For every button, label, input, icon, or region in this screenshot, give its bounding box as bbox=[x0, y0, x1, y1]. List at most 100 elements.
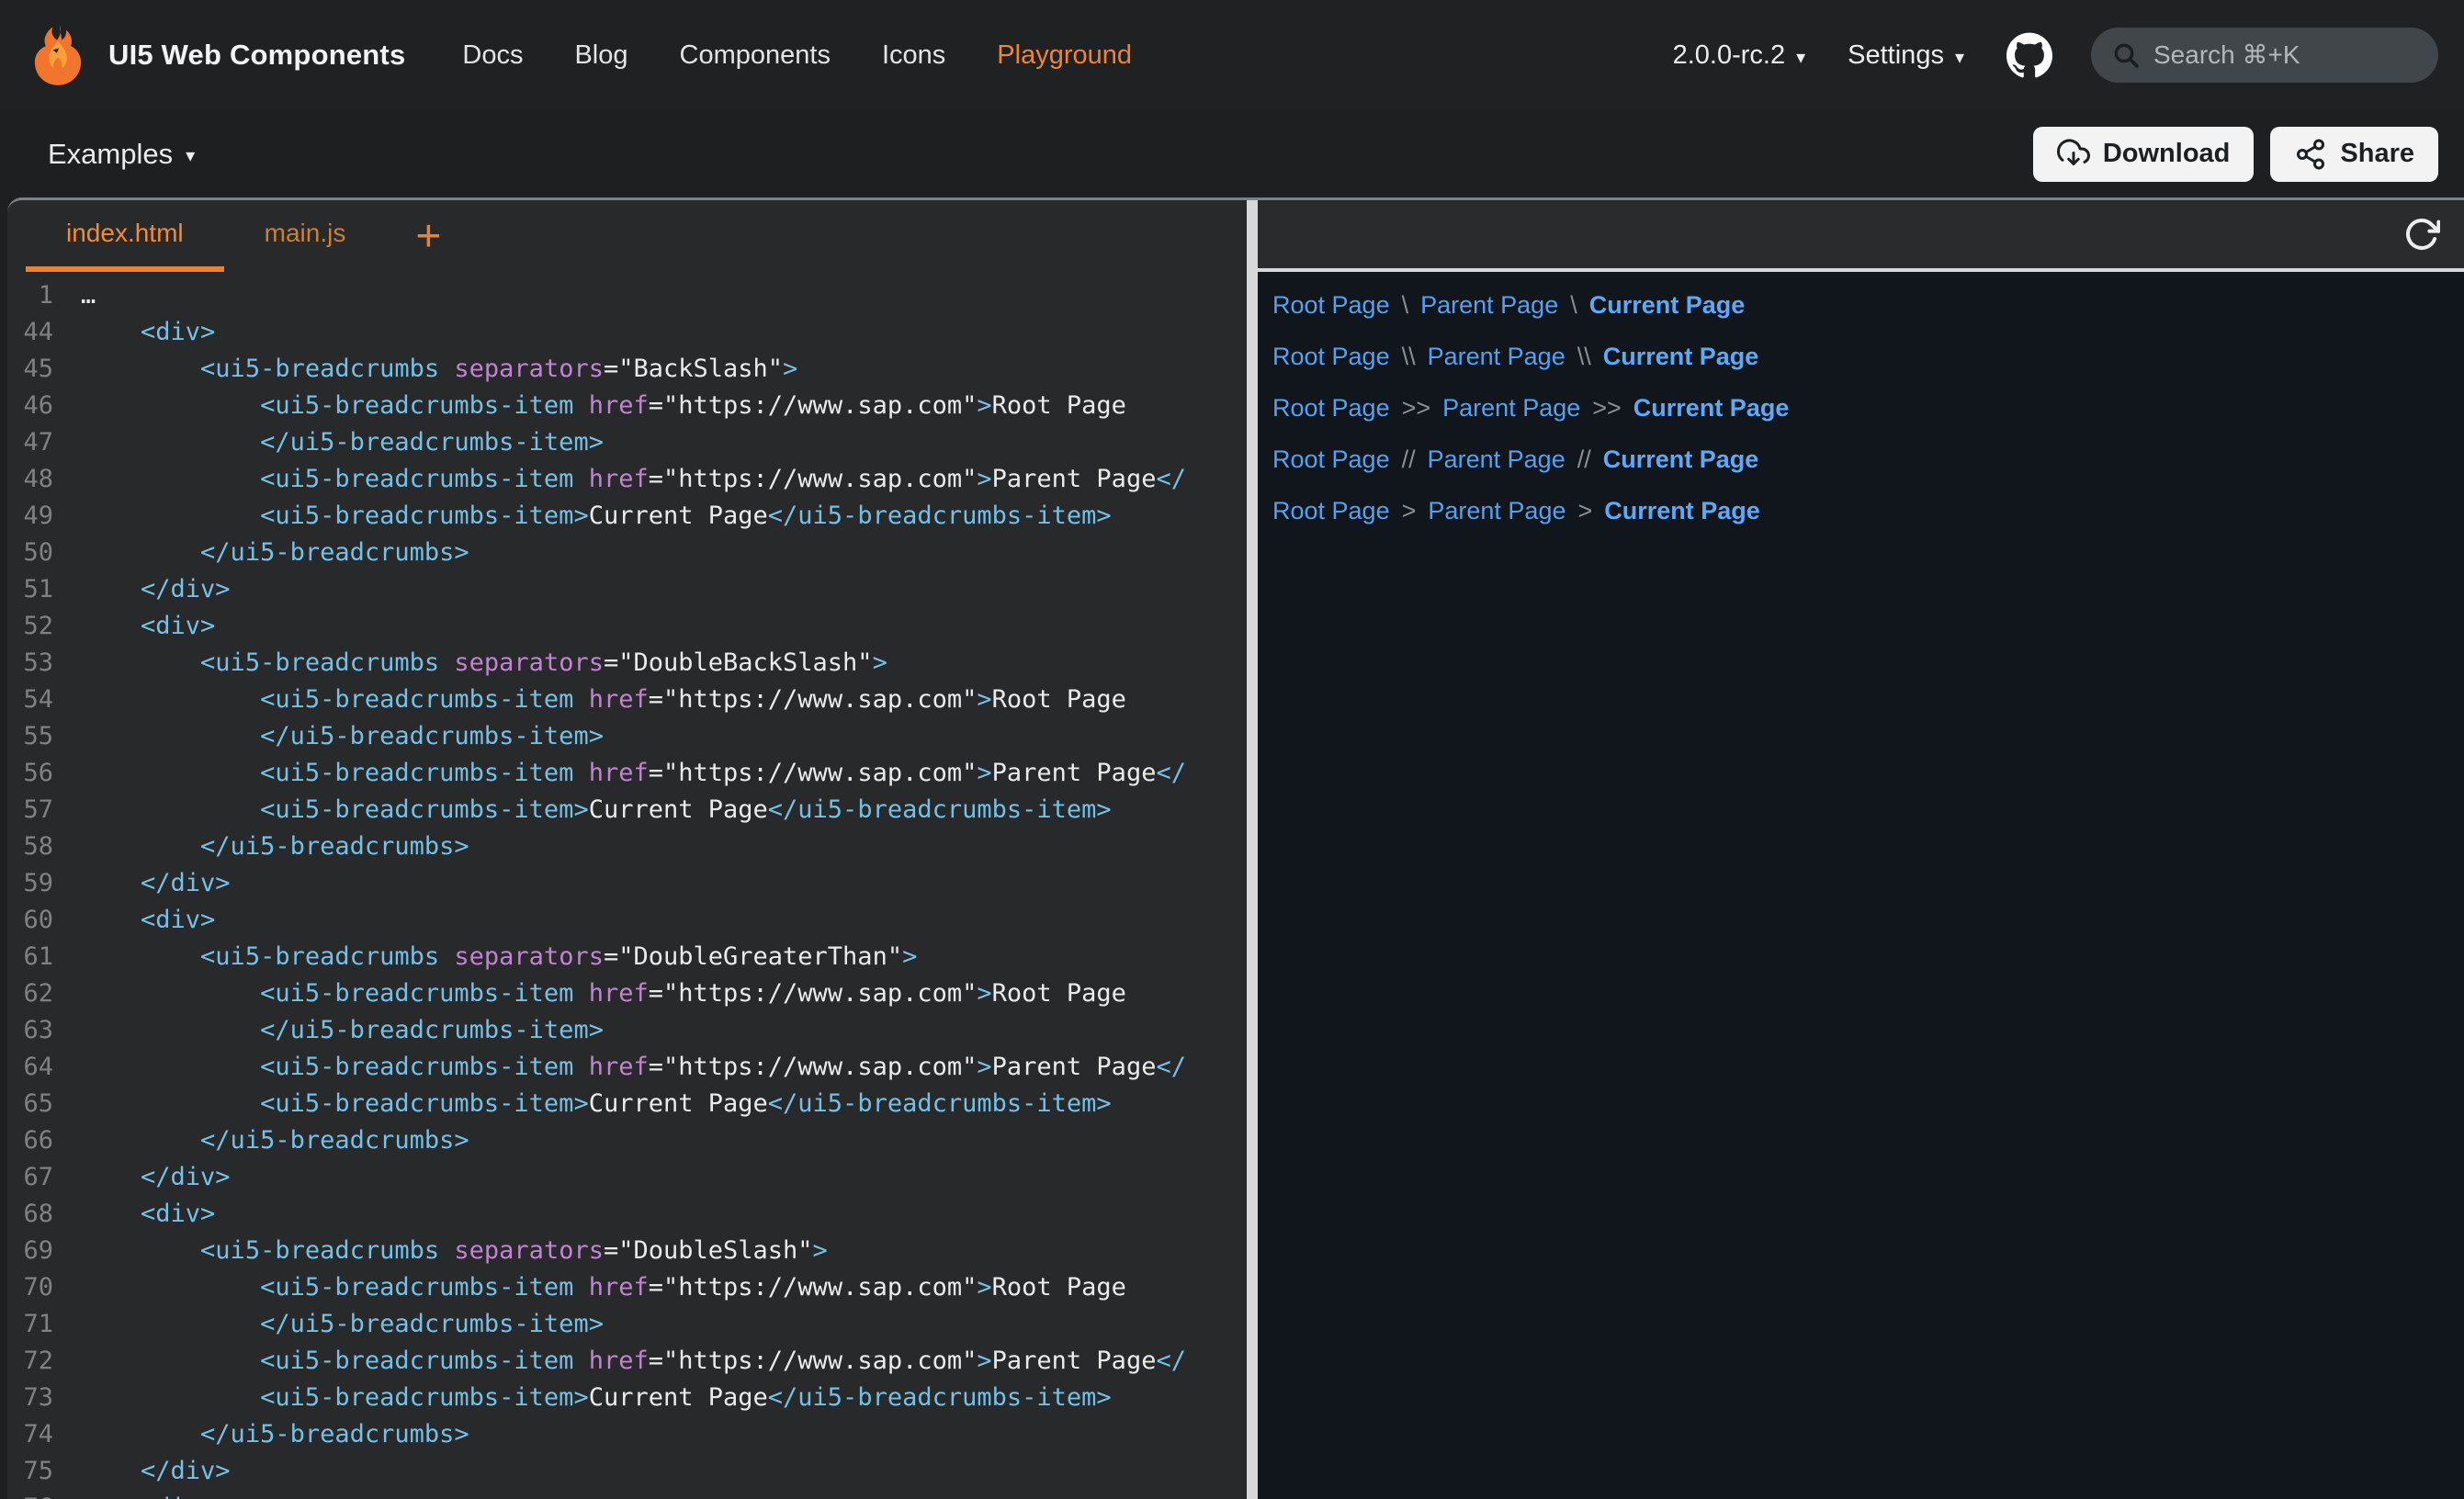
code-token: href bbox=[589, 979, 649, 1008]
brand[interactable]: UI5 Web Components bbox=[26, 17, 405, 93]
playground-container: index.htmlmain.js + 1…44 <div>45 <ui5-br… bbox=[7, 197, 2464, 1499]
code-token bbox=[81, 648, 200, 677]
code-line[interactable]: 65 <ui5-breadcrumbs-item>Current Page</u… bbox=[7, 1086, 1247, 1122]
code-line[interactable]: 63 </ui5-breadcrumbs-item> bbox=[7, 1012, 1247, 1049]
breadcrumb-current: Current Page bbox=[1589, 291, 1746, 320]
nav-components[interactable]: Components bbox=[680, 40, 831, 71]
breadcrumb-link[interactable]: Root Page bbox=[1272, 394, 1390, 423]
breadcrumb-link[interactable]: Root Page bbox=[1272, 343, 1390, 371]
code-line[interactable]: 67 </div> bbox=[7, 1159, 1247, 1196]
github-icon[interactable] bbox=[2006, 32, 2052, 78]
breadcrumb-link[interactable]: Parent Page bbox=[1428, 497, 1565, 525]
breadcrumb-link[interactable]: Root Page bbox=[1272, 445, 1390, 474]
code-area[interactable]: 1…44 <div>45 <ui5-breadcrumbs separators… bbox=[7, 272, 1247, 1499]
code-token bbox=[81, 869, 141, 897]
code-token: > bbox=[977, 759, 991, 787]
line-number: 45 bbox=[7, 351, 81, 388]
code-line[interactable]: 47 </ui5-breadcrumbs-item> bbox=[7, 424, 1247, 461]
breadcrumbs-row: Root Page\\Parent Page\\Current Page bbox=[1272, 331, 2464, 382]
add-tab-button[interactable]: + bbox=[415, 200, 441, 272]
download-button[interactable]: Download bbox=[2033, 127, 2255, 182]
code-line[interactable]: 57 <ui5-breadcrumbs-item>Current Page</u… bbox=[7, 792, 1247, 828]
code-line[interactable]: 49 <ui5-breadcrumbs-item>Current Page</u… bbox=[7, 498, 1247, 535]
search-input[interactable] bbox=[2153, 40, 2418, 70]
code-line[interactable]: 54 <ui5-breadcrumbs-item href="https://w… bbox=[7, 682, 1247, 718]
code-token: separators bbox=[454, 942, 604, 971]
code-token bbox=[81, 1457, 141, 1485]
code-line[interactable]: 53 <ui5-breadcrumbs separators="DoubleBa… bbox=[7, 645, 1247, 682]
code-token: > bbox=[977, 685, 991, 714]
nav-icons[interactable]: Icons bbox=[882, 40, 945, 71]
code-token bbox=[81, 1310, 260, 1338]
breadcrumb-separator: \ bbox=[1570, 291, 1577, 320]
breadcrumb-link[interactable]: Parent Page bbox=[1428, 343, 1565, 371]
examples-dropdown[interactable]: Examples ▾ bbox=[26, 138, 195, 171]
code-token bbox=[81, 759, 260, 787]
breadcrumb-separator: > bbox=[1577, 497, 1592, 525]
code-token: > bbox=[977, 1273, 991, 1302]
code-line[interactable]: 44 <div> bbox=[7, 314, 1247, 351]
preview-pane: Root Page\Parent Page\Current PageRoot P… bbox=[1258, 200, 2464, 1499]
line-number: 68 bbox=[7, 1196, 81, 1233]
code-line[interactable]: 61 <ui5-breadcrumbs separators="DoubleGr… bbox=[7, 939, 1247, 975]
code-line[interactable]: 55 </ui5-breadcrumbs-item> bbox=[7, 718, 1247, 755]
tab-index.html[interactable]: index.html bbox=[26, 200, 224, 272]
code-line[interactable]: 58 </ui5-breadcrumbs> bbox=[7, 828, 1247, 865]
code-line[interactable]: 45 <ui5-breadcrumbs separators="BackSlas… bbox=[7, 351, 1247, 388]
code-line[interactable]: 71 </ui5-breadcrumbs-item> bbox=[7, 1306, 1247, 1343]
settings-dropdown[interactable]: Settings ▾ bbox=[1848, 40, 1964, 71]
code-line[interactable]: 74 </ui5-breadcrumbs> bbox=[7, 1416, 1247, 1453]
code-line[interactable]: 73 <ui5-breadcrumbs-item>Current Page</u… bbox=[7, 1380, 1247, 1416]
code-token bbox=[81, 1053, 260, 1081]
code-line[interactable]: 48 <ui5-breadcrumbs-item href="https://w… bbox=[7, 461, 1247, 498]
code-line[interactable]: 46 <ui5-breadcrumbs-item href="https://w… bbox=[7, 388, 1247, 424]
code-line[interactable]: 52 <div> bbox=[7, 608, 1247, 645]
code-line[interactable]: 70 <ui5-breadcrumbs-item href="https://w… bbox=[7, 1269, 1247, 1306]
code-token bbox=[81, 1089, 260, 1118]
breadcrumb-link[interactable]: Parent Page bbox=[1428, 445, 1565, 474]
code-token: ="https://www.sap.com" bbox=[649, 391, 978, 420]
code-line[interactable]: 56 <ui5-breadcrumbs-item href="https://w… bbox=[7, 755, 1247, 792]
pane-resizer[interactable] bbox=[1247, 200, 1258, 1499]
breadcrumb-link[interactable]: Parent Page bbox=[1442, 394, 1580, 423]
refresh-icon[interactable] bbox=[2403, 216, 2440, 253]
breadcrumb-link[interactable]: Root Page bbox=[1272, 291, 1390, 320]
breadcrumb-link[interactable]: Parent Page bbox=[1420, 291, 1558, 320]
code-token: href bbox=[589, 1053, 649, 1081]
code-line[interactable]: 66 </ui5-breadcrumbs> bbox=[7, 1122, 1247, 1159]
code-line[interactable]: 69 <ui5-breadcrumbs separators="DoubleSl… bbox=[7, 1233, 1247, 1269]
version-dropdown[interactable]: 2.0.0-rc.2 ▾ bbox=[1673, 40, 1806, 71]
code-line[interactable]: 51 </div> bbox=[7, 571, 1247, 608]
code-line[interactable]: 75 </div> bbox=[7, 1453, 1247, 1490]
code-line[interactable]: 68 <div> bbox=[7, 1196, 1247, 1233]
code-line[interactable]: 60 <div> bbox=[7, 902, 1247, 939]
tab-main.js[interactable]: main.js bbox=[224, 200, 387, 272]
code-token bbox=[81, 465, 260, 493]
nav-blog[interactable]: Blog bbox=[574, 40, 627, 71]
logo-icon bbox=[26, 17, 90, 93]
code-line[interactable]: 72 <ui5-breadcrumbs-item href="https://w… bbox=[7, 1343, 1247, 1380]
code-line[interactable]: 62 <ui5-breadcrumbs-item href="https://w… bbox=[7, 975, 1247, 1012]
nav-docs[interactable]: Docs bbox=[462, 40, 523, 71]
line-number: 51 bbox=[7, 571, 81, 608]
code-line[interactable]: 76 <div> bbox=[7, 1490, 1247, 1499]
code-token bbox=[81, 1347, 260, 1375]
nav-playground[interactable]: Playground bbox=[997, 40, 1132, 71]
code-token: Parent Page bbox=[992, 1053, 1157, 1081]
search-box[interactable] bbox=[2091, 28, 2438, 83]
code-token: </ui5-breadcrumbs-item> bbox=[768, 1089, 1112, 1118]
share-button[interactable]: Share bbox=[2270, 127, 2438, 182]
code-token: <ui5-breadcrumbs-item bbox=[260, 1273, 573, 1302]
code-line[interactable]: 50 </ui5-breadcrumbs> bbox=[7, 535, 1247, 571]
code-line[interactable]: 64 <ui5-breadcrumbs-item href="https://w… bbox=[7, 1049, 1247, 1086]
share-icon bbox=[2294, 138, 2327, 171]
code-line[interactable]: 59 </div> bbox=[7, 865, 1247, 902]
share-label: Share bbox=[2340, 139, 2414, 169]
line-number: 71 bbox=[7, 1306, 81, 1343]
code-token: </ bbox=[1156, 465, 1186, 493]
code-token: </ bbox=[1156, 1347, 1186, 1375]
breadcrumb-link[interactable]: Root Page bbox=[1272, 497, 1390, 525]
line-number: 46 bbox=[7, 388, 81, 424]
code-line[interactable]: 1… bbox=[7, 277, 1247, 314]
line-number: 56 bbox=[7, 755, 81, 792]
